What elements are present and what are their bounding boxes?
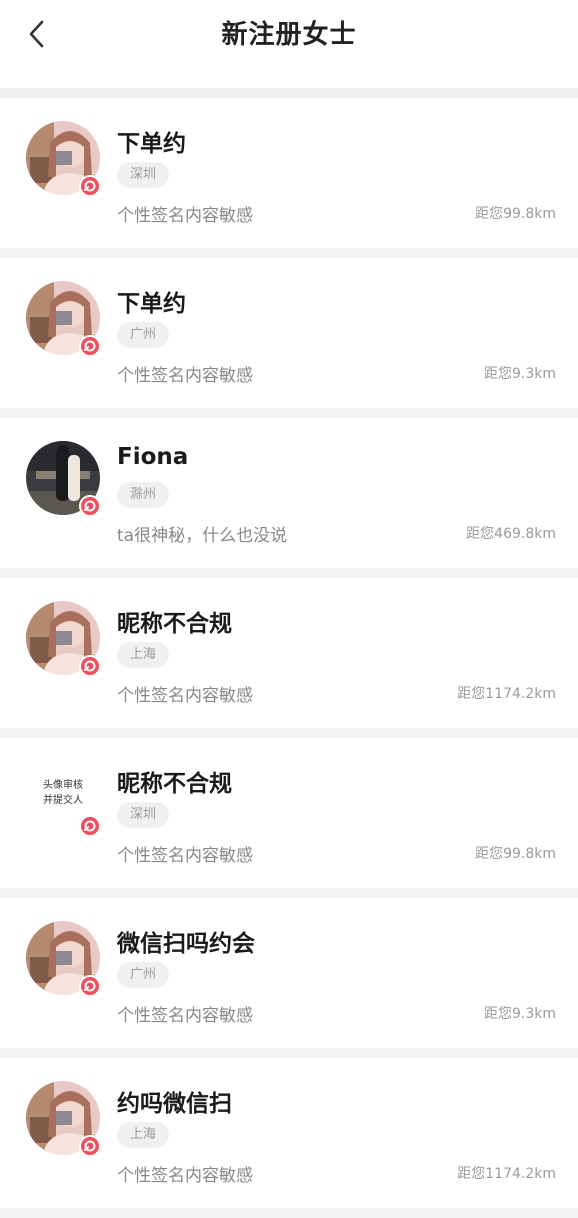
- distance-label: 距您1174.2km: [457, 686, 556, 702]
- avatar-text-line: 头像审核: [43, 780, 83, 791]
- gender-badge-icon: [79, 815, 101, 837]
- city-tag: 滁州: [117, 482, 170, 508]
- user-card[interactable]: 头像审核 并提交人 昵称不合规 深圳 个性签名内容敏感 距您99.8km: [0, 738, 578, 888]
- gender-badge-icon: [79, 975, 101, 997]
- gender-badge-icon: [79, 335, 101, 357]
- user-name: 下单约: [117, 131, 186, 157]
- user-card[interactable]: Fiona 滁州 ta很神秘，什么也没说 距您469.8km: [0, 418, 578, 568]
- gender-badge-icon: [79, 1135, 101, 1157]
- city-tag: 上海: [117, 1122, 170, 1148]
- user-name: 昵称不合规: [117, 771, 232, 797]
- distance-label: 距您1174.2km: [457, 1166, 556, 1182]
- city-tag: 广州: [117, 962, 170, 988]
- user-name: 约吗微信扫: [117, 1091, 232, 1117]
- avatar-placeholder-text: 头像审核 并提交人: [26, 778, 100, 808]
- gender-badge-icon: [79, 495, 101, 517]
- distance-label: 距您99.8km: [475, 206, 556, 222]
- user-name: 微信扫吗约会: [117, 931, 255, 957]
- user-card[interactable]: 昵称不合规上海个性签名内容敏感 距您1174.2km: [0, 578, 578, 728]
- avatar-text-line: 并提交人: [43, 795, 83, 806]
- user-signature: ta很神秘，什么也没说: [117, 526, 288, 546]
- user-signature: 个性签名内容敏感: [117, 686, 253, 706]
- top-bar: 新注册女士: [0, 0, 578, 88]
- user-card[interactable]: 下单约广州个性签名内容敏感 距您9.3km: [0, 258, 578, 408]
- page-title: 新注册女士: [221, 20, 357, 50]
- user-list: 下单约 深圳 个性签名内容敏感 距您99.8km 下单约 广州 个性签名内容敏感 距您9.3k…: [0, 98, 578, 1218]
- gender-badge-icon: [79, 655, 101, 677]
- user-card[interactable]: 下单约深圳个性签名内容敏感 距您99.8km: [0, 98, 578, 248]
- city-tag: 广州: [117, 322, 170, 348]
- user-signature: 个性签名内容敏感: [117, 1006, 253, 1026]
- user-name: 下单约: [117, 291, 186, 317]
- city-tag: 深圳: [117, 162, 170, 188]
- distance-label: 距您469.8km: [466, 526, 556, 542]
- user-name: Fiona: [117, 444, 189, 470]
- user-card[interactable]: 约吗微信扫上海个性签名内容敏感 距您1174.2km: [0, 1058, 578, 1208]
- distance-label: 距您9.3km: [483, 1006, 556, 1022]
- distance-label: 距您9.3km: [483, 366, 556, 382]
- user-name: 昵称不合规: [117, 611, 232, 637]
- user-signature: 个性签名内容敏感: [117, 846, 253, 866]
- city-tag: 上海: [117, 642, 170, 668]
- header-divider: [0, 88, 578, 98]
- user-signature: 个性签名内容敏感: [117, 366, 253, 386]
- user-signature: 个性签名内容敏感: [117, 206, 253, 226]
- distance-label: 距您99.8km: [475, 846, 556, 862]
- user-card[interactable]: 微信扫吗约会 广州个性签名内容敏感 距您9.3km: [0, 898, 578, 1048]
- city-tag: 深圳: [117, 802, 170, 828]
- user-signature: 个性签名内容敏感: [117, 1166, 253, 1186]
- gender-badge-icon: [79, 175, 101, 197]
